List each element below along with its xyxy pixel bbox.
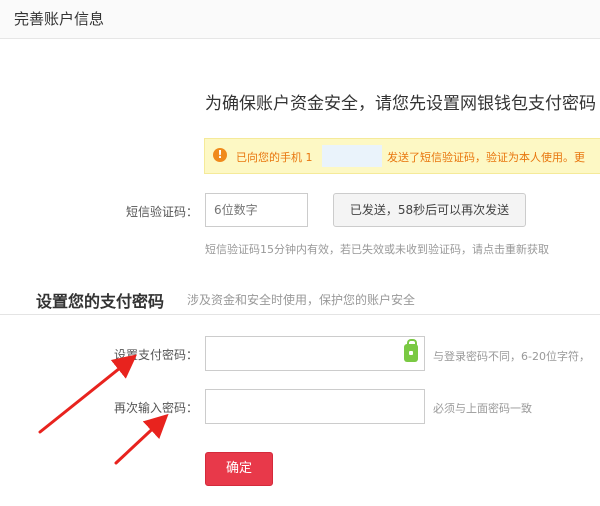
sms-code-input[interactable] [205,193,308,227]
confirm-password-input[interactable] [205,389,425,424]
pay-password-hint: 与登录密码不同，6-20位字符， [433,350,590,363]
lock-icon [404,339,418,362]
sms-code-label: 短信验证码： [125,205,198,219]
alert-text-prefix: 已向您的手机 1 [236,151,313,164]
page-title: 完善账户信息 [14,10,105,28]
arrow-to-pay-password [38,354,138,434]
alert-text-suffix: 发送了短信验证码，验证为本人使用。更 [387,151,585,164]
security-notice: 为确保账户资金安全，请您先设置网银钱包支付密码 [205,94,596,114]
arrow-to-confirm-password [114,413,169,465]
masked-phone-number [322,145,382,167]
section-subtitle: 涉及资金和安全时使用，保护您的账户安全 [187,293,416,307]
section-title: 设置您的支付密码 [36,292,165,311]
warning-icon: ! [213,148,227,162]
confirm-button[interactable]: 确定 [205,452,273,486]
pay-password-input[interactable] [205,336,425,371]
sms-code-hint: 短信验证码15分钟内有效，若已失效或未收到验证码，请点击重新获取 [205,243,549,256]
pay-password-label: 设置支付密码： [113,348,198,362]
resend-sms-button[interactable]: 已发送，58秒后可以再次发送 [333,193,526,227]
section-divider [0,314,600,315]
confirm-password-hint: 必须与上面密码一致 [433,402,532,415]
confirm-password-label: 再次输入密码： [113,401,198,415]
